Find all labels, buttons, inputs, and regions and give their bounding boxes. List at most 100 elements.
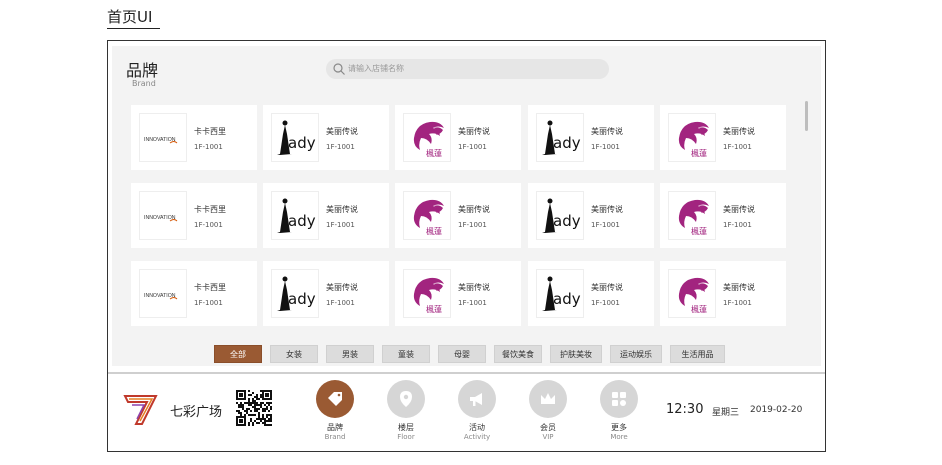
store-location: 1F-1001 bbox=[723, 221, 752, 229]
store-card[interactable]: 楓蓮 美丽传说 1F-1001 bbox=[395, 183, 521, 248]
purple-face-logo-icon: 楓蓮 bbox=[678, 277, 709, 314]
svg-text:楓蓮: 楓蓮 bbox=[691, 304, 707, 314]
filter-chip[interactable]: 全部 bbox=[214, 345, 262, 363]
store-logo: ady bbox=[271, 113, 319, 162]
store-logo: 楓蓮 bbox=[403, 113, 451, 162]
nav-label: 品牌 bbox=[327, 423, 343, 432]
clock-weekday: 星期三 bbox=[712, 408, 740, 418]
store-name: 美丽传说 bbox=[458, 205, 490, 214]
lady-logo-icon: ady bbox=[542, 120, 581, 155]
lady-logo-icon: ady bbox=[277, 120, 316, 155]
store-location: 1F-1001 bbox=[194, 221, 223, 229]
purple-face-logo-icon: 楓蓮 bbox=[413, 121, 444, 158]
filter-chip[interactable]: 童装 bbox=[382, 345, 430, 363]
store-location: 1F-1001 bbox=[591, 221, 620, 229]
store-name: 美丽传说 bbox=[458, 127, 490, 136]
store-name: 美丽传说 bbox=[723, 127, 755, 136]
clock-time: 12:30 bbox=[666, 402, 704, 417]
apps-icon bbox=[612, 392, 626, 406]
nav-icon-circle bbox=[600, 380, 638, 418]
store-card[interactable]: 楓蓮 美丽传说 1F-1001 bbox=[660, 105, 786, 170]
store-card[interactable]: 楓蓮 美丽传说 1F-1001 bbox=[395, 261, 521, 326]
filter-chip[interactable]: 餐饮美食 bbox=[494, 345, 542, 363]
qr-code-icon bbox=[235, 389, 273, 427]
store-card[interactable]: INNOVATION 卡卡西里 1F-1001 bbox=[131, 105, 257, 170]
store-location: 1F-1001 bbox=[326, 143, 355, 151]
store-location: 1F-1001 bbox=[326, 221, 355, 229]
innovation-logo-icon: INNOVATION bbox=[144, 215, 178, 222]
nav-icon-circle bbox=[458, 380, 496, 418]
brand-subtitle: Brand bbox=[132, 79, 156, 88]
lady-logo-icon: ady bbox=[277, 198, 316, 233]
svg-text:楓蓮: 楓蓮 bbox=[691, 148, 707, 158]
store-card[interactable]: 楓蓮 美丽传说 1F-1001 bbox=[395, 105, 521, 170]
store-card[interactable]: INNOVATION 卡卡西里 1F-1001 bbox=[131, 261, 257, 326]
svg-text:ady: ady bbox=[288, 290, 316, 308]
tag-icon bbox=[328, 392, 342, 406]
store-card[interactable]: ady 美丽传说 1F-1001 bbox=[528, 183, 654, 248]
store-card[interactable]: INNOVATION 卡卡西里 1F-1001 bbox=[131, 183, 257, 248]
filter-chip[interactable]: 护肤美妆 bbox=[550, 345, 602, 363]
store-logo: 楓蓮 bbox=[668, 269, 716, 318]
store-name: 卡卡西里 bbox=[194, 205, 226, 214]
svg-text:ady: ady bbox=[553, 134, 581, 152]
store-card[interactable]: ady 美丽传说 1F-1001 bbox=[263, 261, 389, 326]
nav-icon-circle bbox=[529, 380, 567, 418]
crown-icon bbox=[541, 393, 555, 404]
store-logo: ady bbox=[271, 269, 319, 318]
store-card[interactable]: 楓蓮 美丽传说 1F-1001 bbox=[660, 261, 786, 326]
filter-chip[interactable]: 运动娱乐 bbox=[610, 345, 662, 363]
nav-item-vip[interactable]: 会员 VIP bbox=[524, 380, 572, 448]
nav-item-more[interactable]: 更多 More bbox=[595, 380, 643, 448]
lady-logo-icon: ady bbox=[277, 276, 316, 311]
kiosk-screen: 品牌 Brand 请输入店铺名称 INNOVATION 卡卡西里 1F-1001 ad… bbox=[107, 40, 826, 452]
nav-item-brand[interactable]: 品牌 Brand bbox=[311, 380, 359, 448]
store-location: 1F-1001 bbox=[194, 299, 223, 307]
store-logo: 楓蓮 bbox=[668, 113, 716, 162]
store-card[interactable]: ady 美丽传说 1F-1001 bbox=[263, 183, 389, 248]
nav-icon-circle bbox=[387, 380, 425, 418]
store-logo: ady bbox=[536, 269, 584, 318]
brand-panel: 品牌 Brand 请输入店铺名称 INNOVATION 卡卡西里 1F-1001 ad… bbox=[112, 46, 821, 366]
store-logo: 楓蓮 bbox=[403, 269, 451, 318]
store-location: 1F-1001 bbox=[458, 221, 487, 229]
nav-item-floor[interactable]: 楼层 Floor bbox=[382, 380, 430, 448]
store-name: 卡卡西里 bbox=[194, 283, 226, 292]
purple-face-logo-icon: 楓蓮 bbox=[678, 199, 709, 236]
svg-text:楓蓮: 楓蓮 bbox=[426, 304, 442, 314]
svg-text:ady: ady bbox=[553, 212, 581, 230]
store-location: 1F-1001 bbox=[458, 299, 487, 307]
search-placeholder: 请输入店铺名称 bbox=[348, 64, 404, 73]
store-card[interactable]: 楓蓮 美丽传说 1F-1001 bbox=[660, 183, 786, 248]
store-card[interactable]: ady 美丽传说 1F-1001 bbox=[263, 105, 389, 170]
store-card[interactable]: ady 美丽传说 1F-1001 bbox=[528, 105, 654, 170]
store-name: 美丽传说 bbox=[458, 283, 490, 292]
innovation-logo-icon: INNOVATION bbox=[144, 293, 178, 300]
store-logo: 楓蓮 bbox=[668, 191, 716, 240]
search-input[interactable]: 请输入店铺名称 bbox=[326, 59, 609, 79]
filter-chip[interactable]: 生活用品 bbox=[670, 345, 725, 363]
nav-label: 更多 bbox=[611, 423, 627, 432]
store-name: 美丽传说 bbox=[723, 205, 755, 214]
innovation-logo-icon: INNOVATION bbox=[144, 137, 178, 144]
filter-chip[interactable]: 女装 bbox=[270, 345, 318, 363]
nav-item-activity[interactable]: 活动 Activity bbox=[453, 380, 501, 448]
lady-logo-icon: ady bbox=[542, 198, 581, 233]
store-card[interactable]: ady 美丽传说 1F-1001 bbox=[528, 261, 654, 326]
store-logo: INNOVATION bbox=[139, 113, 187, 162]
store-name: 美丽传说 bbox=[326, 283, 358, 292]
filter-chip[interactable]: 男装 bbox=[326, 345, 374, 363]
store-name: 美丽传说 bbox=[591, 127, 623, 136]
scrollbar[interactable] bbox=[805, 101, 808, 131]
store-logo: INNOVATION bbox=[139, 191, 187, 240]
svg-text:ady: ady bbox=[288, 134, 316, 152]
filter-chip[interactable]: 母婴 bbox=[438, 345, 486, 363]
store-location: 1F-1001 bbox=[458, 143, 487, 151]
nav-label: 会员 bbox=[540, 423, 556, 432]
store-name: 美丽传说 bbox=[591, 205, 623, 214]
purple-face-logo-icon: 楓蓮 bbox=[678, 121, 709, 158]
store-logo: ady bbox=[271, 191, 319, 240]
purple-face-logo-icon: 楓蓮 bbox=[413, 199, 444, 236]
store-name: 美丽传说 bbox=[723, 283, 755, 292]
svg-text:楓蓮: 楓蓮 bbox=[426, 226, 442, 236]
